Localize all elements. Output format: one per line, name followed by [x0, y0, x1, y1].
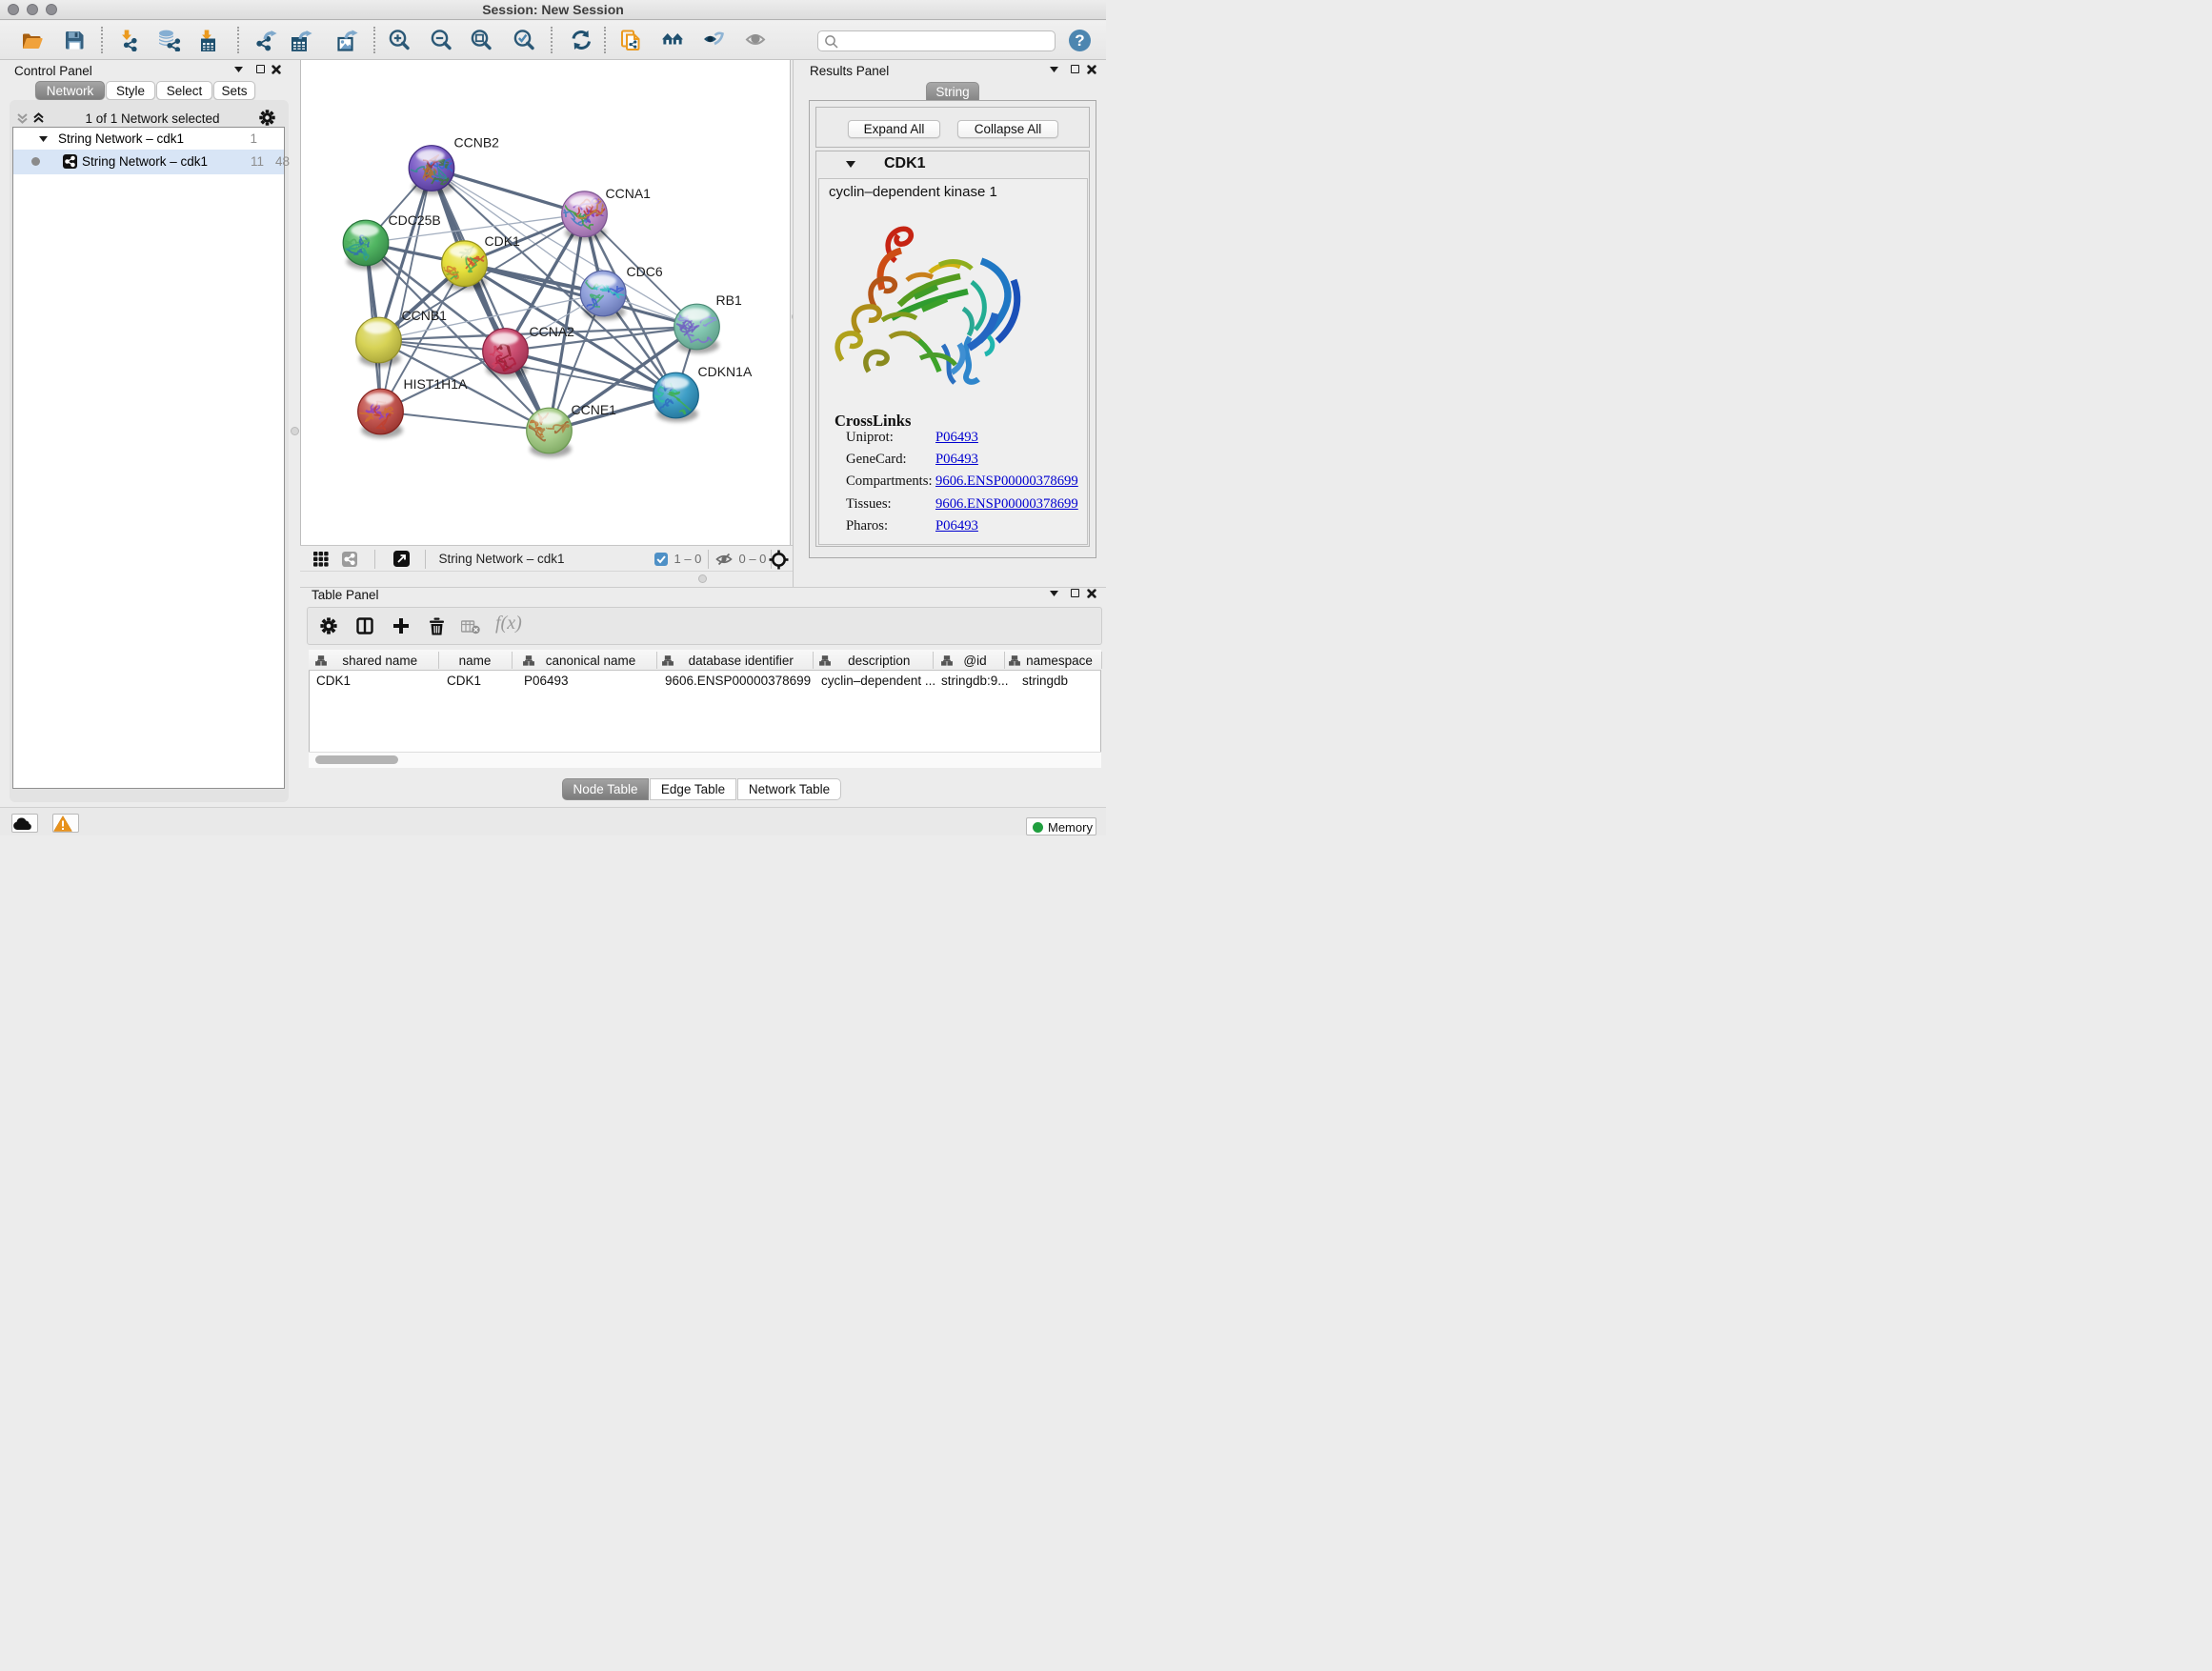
svg-text:CCNB2: CCNB2	[453, 135, 499, 151]
svg-text:CCNE1: CCNE1	[571, 402, 616, 417]
svg-text:CDC6: CDC6	[626, 264, 662, 279]
svg-text:CDK1: CDK1	[484, 233, 520, 249]
svg-text:HIST1H1A: HIST1H1A	[403, 376, 468, 392]
svg-text:CCNA1: CCNA1	[605, 186, 651, 201]
svg-text:RB1: RB1	[715, 292, 741, 308]
svg-text:CDKN1A: CDKN1A	[697, 364, 752, 379]
svg-text:CDC25B: CDC25B	[388, 212, 440, 228]
svg-text:CCNB1: CCNB1	[401, 308, 447, 323]
svg-text:CCNA2: CCNA2	[529, 324, 574, 339]
